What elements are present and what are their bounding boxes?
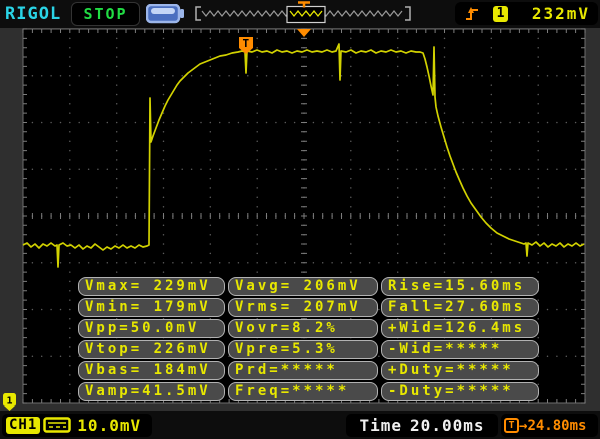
measurement-vrms: Vrms= 207mV [228, 298, 378, 317]
timebase-value: 20.00ms [410, 416, 485, 435]
channel1-settings[interactable]: CH1 10.0mV [2, 414, 152, 437]
trigger-time-badge-label: T [243, 37, 250, 50]
channel1-scale-value: 10.0mV [77, 416, 142, 435]
measurement-nwid: -Wid=***** [381, 340, 539, 359]
measurement-prd: Prd=***** [228, 361, 378, 380]
timebase-settings[interactable]: Time 20.00ms [346, 414, 498, 437]
trigger-level-value: 232mV [531, 4, 590, 23]
measurement-fall: Fall=27.60ms [381, 298, 539, 317]
measurement-vmin: Vmin= 179mV [78, 298, 225, 317]
oscilloscope-screen: RIGOL STOP 1 232mV T 1 Vmax= 229mV Vavg=… [0, 0, 600, 439]
channel1-badge: CH1 [6, 417, 41, 434]
run-stop-status[interactable]: STOP [71, 2, 140, 26]
trigger-offset[interactable]: T → 24.80ms [501, 414, 598, 437]
measurement-vavg: Vavg= 206mV [228, 277, 378, 296]
trigger-offset-value: 24.80ms [527, 417, 587, 434]
dc-coupling-icon [43, 417, 72, 433]
measurement-freq: Freq=***** [228, 382, 378, 401]
measurement-vmax: Vmax= 229mV [78, 277, 225, 296]
measurement-pwid: +Wid=126.4ms [381, 319, 539, 338]
channel1-level-marker-label: 1 [7, 396, 13, 407]
measurement-vtop: Vtop= 226mV [78, 340, 225, 359]
measurement-vpre: Vpre=5.3% [228, 340, 378, 359]
measurement-pduty: +Duty=***** [381, 361, 539, 380]
measurement-vpp: Vpp=50.0mV [78, 319, 225, 338]
measurement-vovr: Vovr=8.2% [228, 319, 378, 338]
battery-icon [146, 4, 184, 24]
trigger-channel-badge: 1 [493, 5, 508, 22]
measurement-vbas: Vbas= 184mV [78, 361, 225, 380]
measurement-rise: Rise=15.60ms [381, 277, 539, 296]
bottom-status-bar: CH1 10.0mV Time 20.00ms T → 24.80ms [0, 411, 600, 439]
rising-edge-icon [466, 6, 478, 20]
measurement-panel: Vmax= 229mV Vavg= 206mV Rise=15.60ms Vmi… [78, 277, 539, 403]
hpos-left-bracket [195, 6, 201, 21]
measurement-vamp: Vamp=41.5mV [78, 382, 225, 401]
trigger-offset-t-icon: T [504, 418, 519, 433]
hpos-right-bracket [405, 6, 411, 21]
horizontal-position-bar[interactable] [188, 0, 418, 27]
timebase-label: Time [359, 416, 403, 435]
measurement-nduty: -Duty=***** [381, 382, 539, 401]
trigger-offset-arrow-icon: → [519, 417, 528, 434]
rigol-logo: RIGOL [5, 4, 62, 24]
top-status-bar: RIGOL STOP 1 232mV [0, 0, 600, 28]
trigger-status-group[interactable]: 1 232mV [455, 2, 598, 25]
